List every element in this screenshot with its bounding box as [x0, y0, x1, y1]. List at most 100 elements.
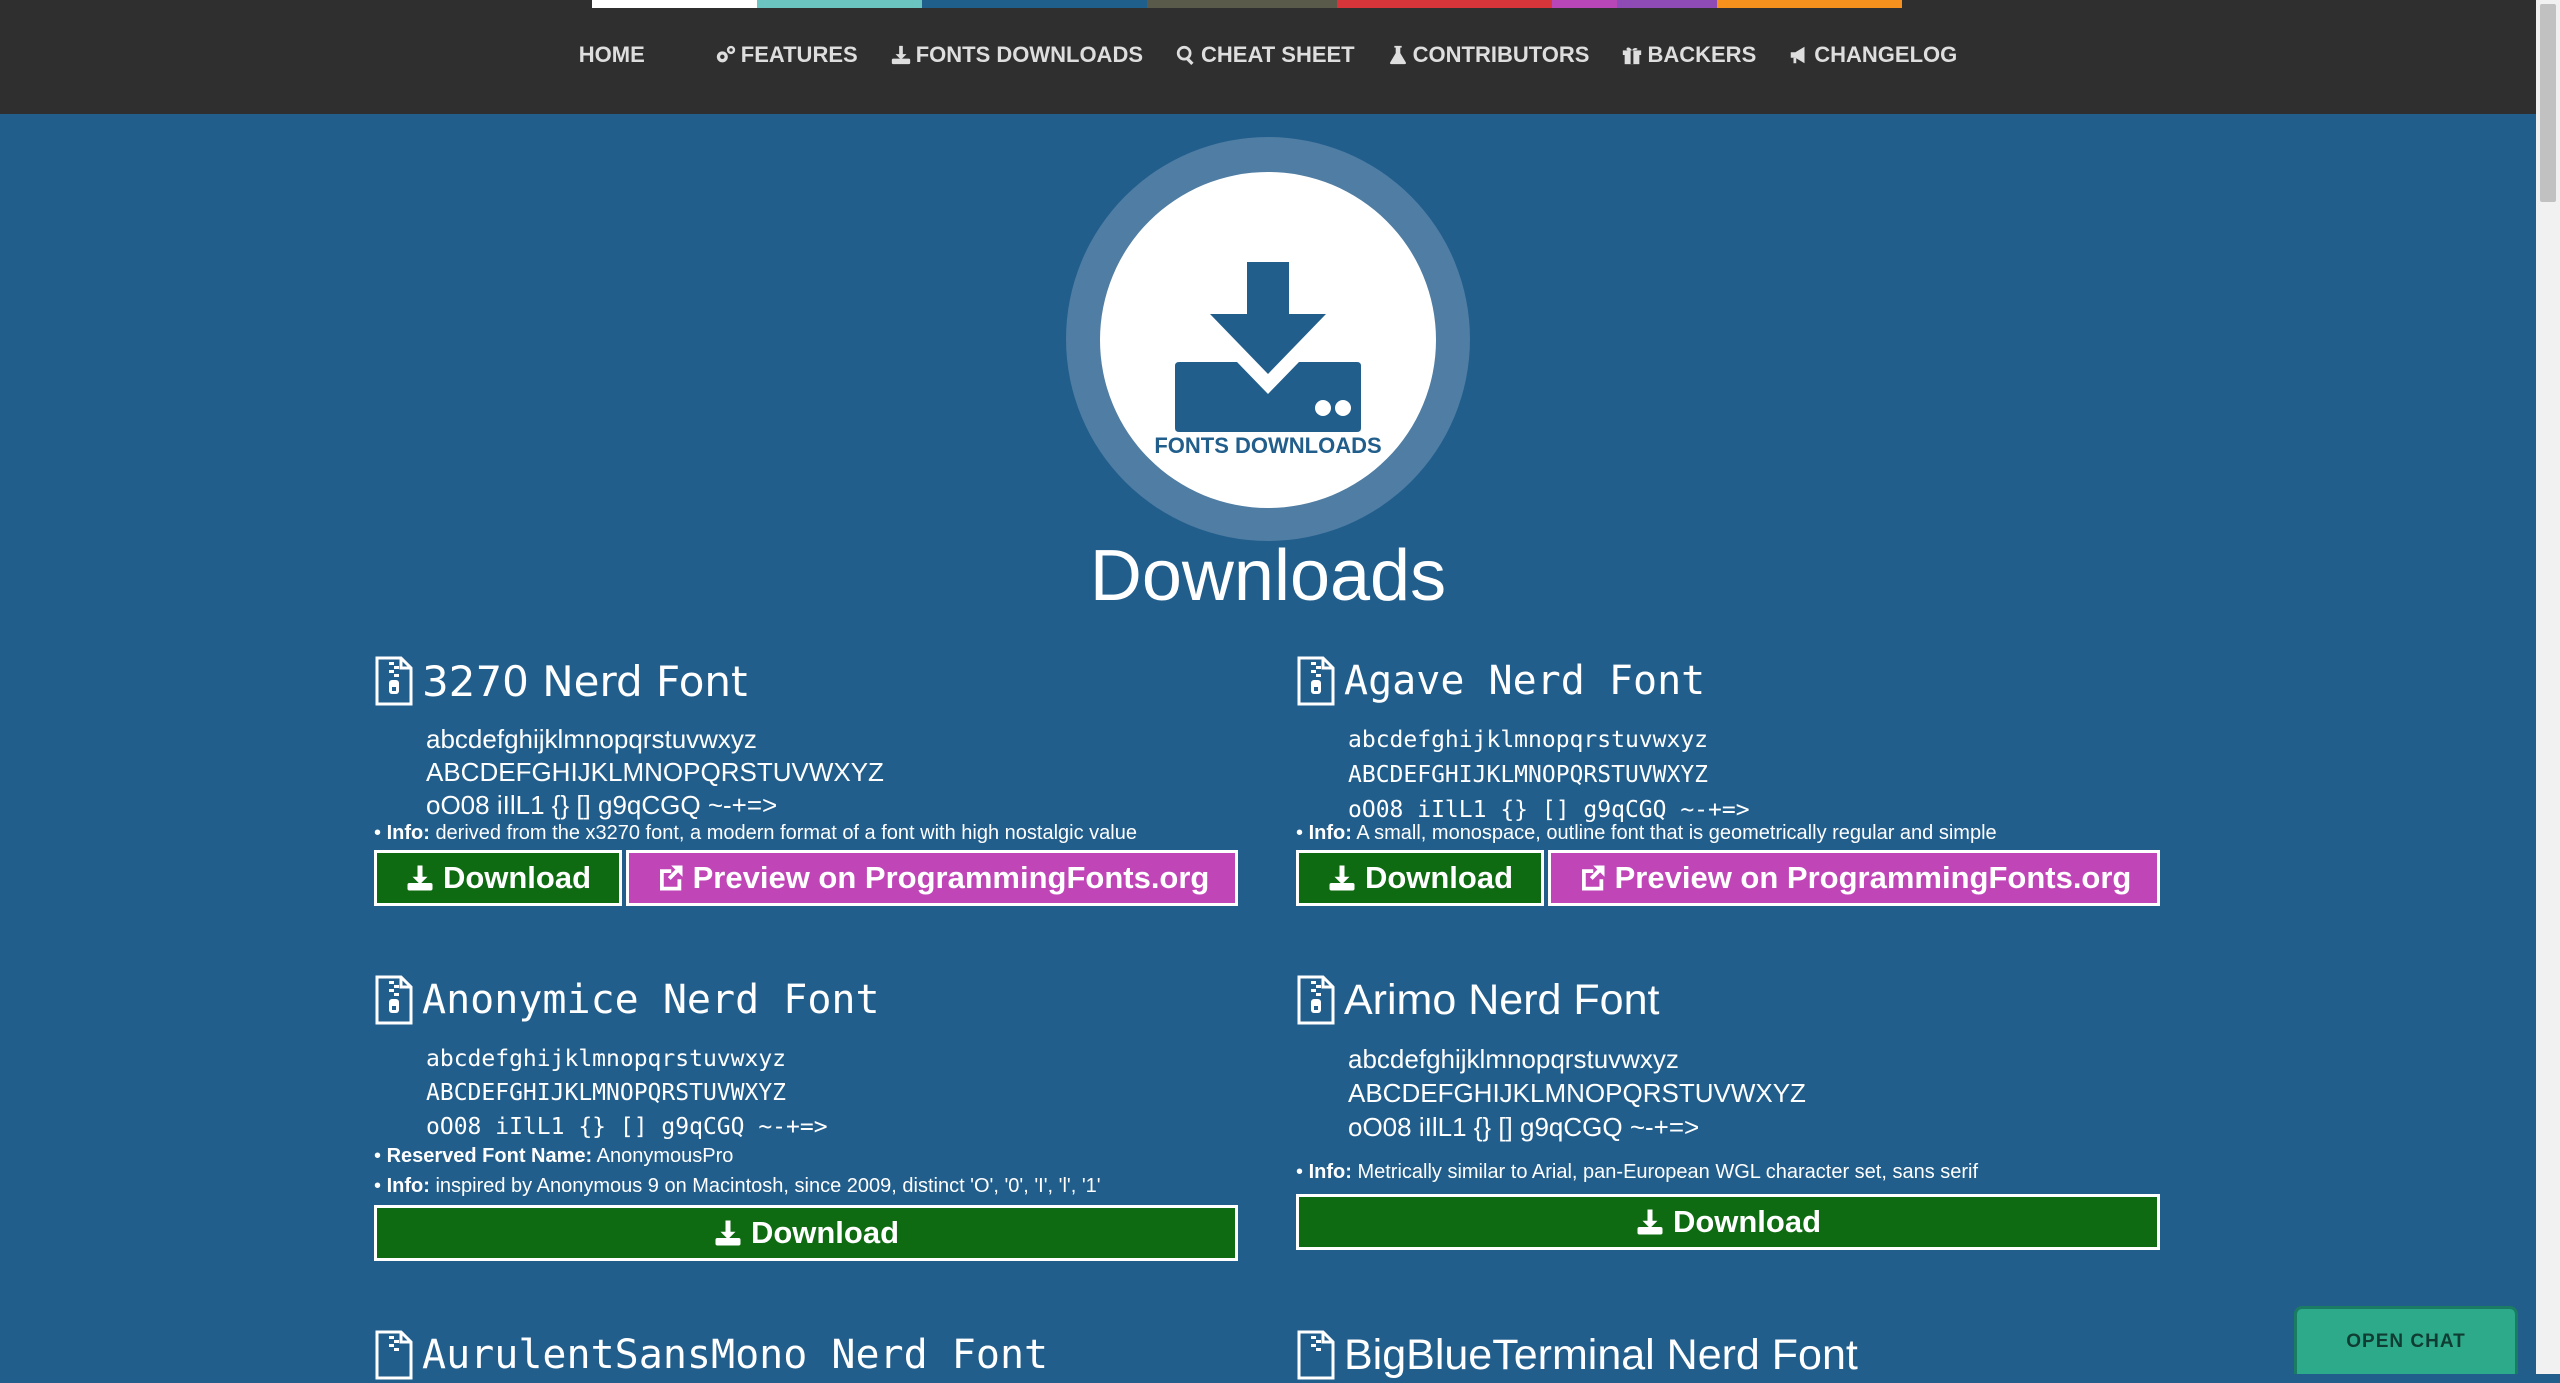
download-button[interactable]: Download [1296, 850, 1544, 906]
font-info: • Info: inspired by Anonymous 9 on Macin… [374, 1175, 1101, 1197]
nav-changelog[interactable]: CHANGELOG [1782, 42, 1963, 68]
sample-glyphs: oO08 iIlL1 {} [] g9qCGQ ~-+=> [426, 790, 778, 820]
nav-cheat-sheet[interactable]: CHEAT SHEET [1169, 42, 1361, 68]
sample-lowercase: abcdefghijklmnopqrstuvwxyz [1348, 1044, 1679, 1074]
download-button[interactable]: Download [1296, 1194, 2160, 1250]
open-chat-button[interactable]: OPEN CHAT [2294, 1306, 2518, 1374]
page-title: Downloads [1089, 536, 1447, 616]
zip-file-icon [1297, 975, 1335, 1025]
download-label: Download [1672, 1204, 1822, 1239]
zip-file-icon [375, 975, 413, 1025]
font-card-title: AurulentSansMono Nerd Font [374, 1327, 1238, 1383]
info-label: Info: [1308, 822, 1352, 844]
font-name: Agave Nerd Font [1344, 658, 1706, 704]
nav-home-label: HOME [578, 42, 645, 67]
info-text: Metrically similar to Arial, pan-Europea… [1357, 1161, 1979, 1183]
gears-icon [716, 45, 735, 63]
font-name: Arimo Nerd Font [1344, 975, 1660, 1024]
info-label: Info: [1308, 1161, 1352, 1183]
main-nav: HOME FEATURES FONTS DOWNLOADS CHEAT SHEE… [0, 42, 2536, 68]
reserved-label: Reserved Font Name: [386, 1145, 593, 1167]
download-label: Download [1364, 860, 1514, 895]
external-link-icon [659, 865, 683, 891]
sample-glyphs: oO08 iIlL1 {} [] g9qCGQ ~-+=> [1348, 1112, 1700, 1142]
preview-label: Preview on ProgrammingFonts.org [692, 860, 1210, 895]
sample-uppercase: ABCDEFGHIJKLMNOPQRSTUVWXYZ [1348, 762, 1709, 788]
font-info: • Info: A small, monospace, outline font… [1296, 822, 1997, 844]
sample-glyphs: oO08 iIlL1 {} [] g9qCGQ ~-+=> [426, 1114, 828, 1140]
font-reserved-name: • Reserved Font Name: AnonymousPro [374, 1145, 734, 1167]
info-text: inspired by Anonymous 9 on Macintosh, si… [435, 1175, 1101, 1197]
gift-icon [1623, 47, 1642, 65]
zip-file-icon [1297, 656, 1335, 706]
font-card-aurulentsansmono: AurulentSansMono Nerd Font [374, 1327, 1238, 1383]
hero-label: FONTS DOWNLOADS [1154, 433, 1382, 458]
flask-icon [1389, 45, 1406, 65]
font-card-title: BigBlueTerminal Nerd Font [1296, 1327, 2160, 1383]
font-name: Anonymice Nerd Font [422, 977, 880, 1023]
nav-contributors[interactable]: CONTRIBUTORS [1381, 42, 1596, 68]
font-name: 3270 Nerd Font [422, 656, 748, 706]
zip-file-icon [1297, 1330, 1335, 1380]
download-icon [407, 865, 433, 891]
zip-file-icon [375, 656, 413, 706]
font-card-anonymice: Anonymice Nerd Font abcdefghijklmnopqrst… [374, 972, 1238, 1261]
nav-contributors-label: CONTRIBUTORS [1412, 42, 1590, 67]
search-icon [1176, 45, 1194, 65]
sample-lowercase: abcdefghijklmnopqrstuvwxyz [1348, 727, 1709, 753]
nav-changelog-label: CHANGELOG [1814, 42, 1958, 67]
download-icon [715, 1220, 741, 1246]
font-card-bigblueterminal: BigBlueTerminal Nerd Font [1296, 1327, 2160, 1383]
info-text: derived from the x3270 font, a modern fo… [435, 822, 1137, 844]
font-sample: abcdefghijklmnopqrstuvwxyz ABCDEFGHIJKLM… [1348, 1042, 2160, 1144]
scrollbar-thumb[interactable] [2540, 4, 2556, 202]
download-icon [1329, 865, 1355, 891]
top-navbar: HOME FEATURES FONTS DOWNLOADS CHEAT SHEE… [0, 0, 2536, 114]
nav-color-strip [592, 0, 1902, 8]
nav-fonts-downloads-label: FONTS DOWNLOADS [915, 42, 1144, 67]
font-info: • Info: derived from the x3270 font, a m… [374, 822, 1137, 844]
button-row: Download [374, 1205, 1238, 1261]
font-info: • Info: Metrically similar to Arial, pan… [1296, 1161, 1979, 1183]
download-label: Download [750, 1215, 900, 1250]
download-label: Download [442, 860, 592, 895]
font-name: BigBlueTerminal Nerd Font [1344, 1330, 1858, 1379]
font-card-title: Arimo Nerd Font [1296, 972, 2160, 1028]
font-card-arimo: Arimo Nerd Font abcdefghijklmnopqrstuvwx… [1296, 972, 2160, 1250]
info-text: A small, monospace, outline font that is… [1356, 822, 1997, 844]
button-row: Download Preview on ProgrammingFonts.org [374, 850, 1238, 906]
sample-uppercase: ABCDEFGHIJKLMNOPQRSTUVWXYZ [426, 757, 884, 787]
download-icon [891, 45, 910, 65]
preview-button[interactable]: Preview on ProgrammingFonts.org [1548, 850, 2160, 906]
sample-uppercase: ABCDEFGHIJKLMNOPQRSTUVWXYZ [426, 1080, 787, 1106]
font-card-title: 3270 Nerd Font [374, 653, 1238, 709]
download-button[interactable]: Download [374, 1205, 1238, 1261]
font-card-agave: Agave Nerd Font abcdefghijklmnopqrstuvwx… [1296, 653, 2160, 906]
nav-backers-label: BACKERS [1647, 42, 1757, 67]
info-label: Info: [386, 822, 430, 844]
download-icon [1637, 1209, 1663, 1235]
sample-uppercase: ABCDEFGHIJKLMNOPQRSTUVWXYZ [1348, 1078, 1806, 1108]
sample-lowercase: abcdefghijklmnopqrstuvwxyz [426, 1046, 787, 1072]
reserved-text: AnonymousPro [596, 1145, 734, 1167]
font-card-title: Anonymice Nerd Font [374, 972, 1238, 1028]
open-chat-label: OPEN CHAT [2346, 1330, 2466, 1352]
font-sample: abcdefghijklmnopqrstuvwxyz ABCDEFGHIJKLM… [426, 723, 1238, 822]
button-row: Download [1296, 1194, 2160, 1250]
nav-backers[interactable]: BACKERS [1615, 42, 1762, 68]
external-link-icon [1581, 865, 1605, 891]
preview-button[interactable]: Preview on ProgrammingFonts.org [626, 850, 1238, 906]
preview-label: Preview on ProgrammingFonts.org [1614, 860, 2132, 895]
button-row: Download Preview on ProgrammingFonts.org [1296, 850, 2160, 906]
download-button[interactable]: Download [374, 850, 622, 906]
font-sample: abcdefghijklmnopqrstuvwxyz ABCDEFGHIJKLM… [426, 1042, 1238, 1144]
nav-features[interactable]: FEATURES [709, 42, 864, 68]
page-scrollbar[interactable] [2536, 0, 2560, 1374]
nav-cheat-sheet-label: CHEAT SHEET [1201, 42, 1355, 67]
nav-home[interactable]: HOME [573, 42, 651, 68]
font-card-3270: 3270 Nerd Font abcdefghijklmnopqrstuvwxy… [374, 653, 1238, 906]
nav-features-label: FEATURES [740, 42, 858, 67]
download-tray-icon [1175, 262, 1361, 432]
nav-fonts-downloads[interactable]: FONTS DOWNLOADS [884, 42, 1149, 68]
font-card-title: Agave Nerd Font [1296, 653, 2160, 709]
